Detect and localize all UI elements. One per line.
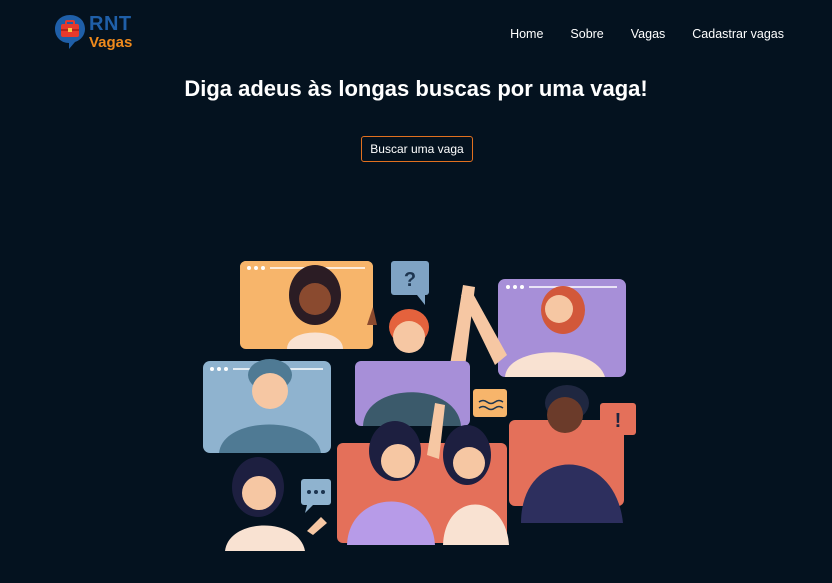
- brand-subname: Vagas: [89, 34, 133, 51]
- video-window-orange: [240, 261, 377, 349]
- hero-headline: Diga adeus às longas buscas por uma vaga…: [184, 76, 648, 101]
- main-nav: Home Sobre Vagas Cadastrar vagas: [510, 27, 784, 41]
- site-logo[interactable]: RNT Vagas: [53, 13, 132, 51]
- nav-vagas[interactable]: Vagas: [631, 27, 666, 41]
- nav-cadastrar-vagas[interactable]: Cadastrar vagas: [692, 27, 784, 41]
- nav-home[interactable]: Home: [510, 27, 543, 41]
- svg-text:?: ?: [404, 269, 416, 291]
- video-window-blue: [203, 359, 331, 453]
- ellipsis-bubble-icon: [301, 479, 331, 513]
- brand-name: RNT: [89, 13, 132, 35]
- wave-bubble-icon: [473, 389, 507, 417]
- svg-text:!: !: [615, 410, 622, 432]
- question-bubble-icon: ?: [391, 261, 429, 305]
- nav-sobre[interactable]: Sobre: [570, 27, 603, 41]
- search-job-button[interactable]: Buscar uma vaga: [361, 136, 473, 162]
- hero-illustration: ? !: [195, 255, 645, 555]
- video-window-purple: [498, 279, 626, 377]
- briefcase-chat-icon: [53, 13, 87, 51]
